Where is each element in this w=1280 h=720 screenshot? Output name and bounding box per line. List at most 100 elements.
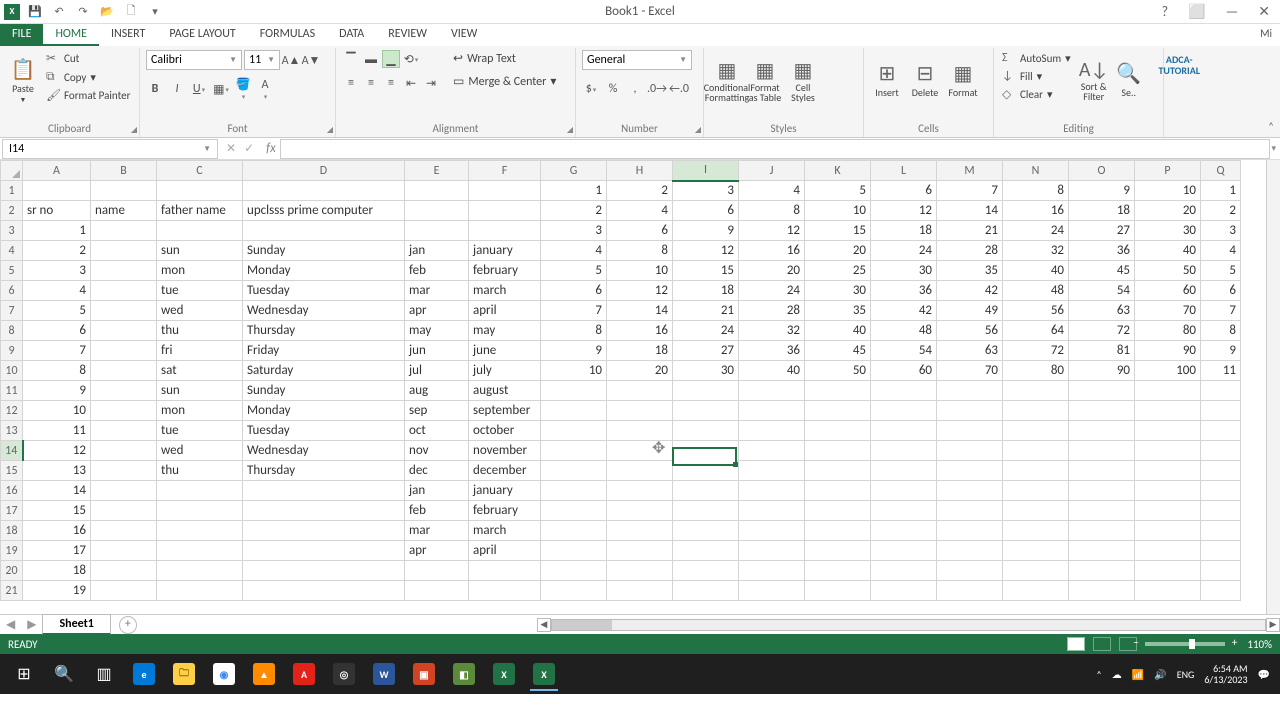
- cell[interactable]: nov: [405, 441, 469, 461]
- col-header-J[interactable]: J: [739, 161, 805, 181]
- word-button[interactable]: W: [364, 657, 404, 691]
- clear-button[interactable]: ◇Clear ▾: [1000, 86, 1073, 103]
- cell[interactable]: [1135, 481, 1201, 501]
- cell[interactable]: [739, 581, 805, 601]
- cell[interactable]: 90: [1069, 361, 1135, 381]
- cell[interactable]: october: [469, 421, 541, 441]
- cell[interactable]: sep: [405, 401, 469, 421]
- cell[interactable]: [937, 581, 1003, 601]
- cell[interactable]: [1201, 421, 1241, 441]
- cell[interactable]: [937, 461, 1003, 481]
- cell[interactable]: 70: [937, 361, 1003, 381]
- qat-open-icon[interactable]: 📂: [98, 3, 116, 21]
- tray-onedrive-icon[interactable]: ☁: [1112, 668, 1122, 681]
- cell[interactable]: [405, 181, 469, 201]
- cell[interactable]: 28: [937, 241, 1003, 261]
- cell[interactable]: [91, 381, 157, 401]
- cell[interactable]: [739, 401, 805, 421]
- cell[interactable]: [805, 521, 871, 541]
- col-header-C[interactable]: C: [157, 161, 243, 181]
- cell[interactable]: 3: [1201, 221, 1241, 241]
- insert-cells-button[interactable]: ⊞Insert: [870, 50, 904, 110]
- autosum-button[interactable]: ΣAutoSum ▾: [1000, 50, 1073, 66]
- cell[interactable]: [871, 561, 937, 581]
- cell[interactable]: 40: [739, 361, 805, 381]
- cell[interactable]: 9: [23, 381, 91, 401]
- cell[interactable]: [1003, 501, 1069, 521]
- cancel-formula-icon[interactable]: ✕: [226, 141, 236, 156]
- cell[interactable]: 35: [805, 301, 871, 321]
- cell[interactable]: [541, 441, 607, 461]
- cell[interactable]: 20: [805, 241, 871, 261]
- row-header-10[interactable]: 10: [1, 361, 23, 381]
- cell[interactable]: [1003, 481, 1069, 501]
- clipboard-launcher[interactable]: ◢: [131, 125, 137, 135]
- cell[interactable]: 7: [541, 301, 607, 321]
- number-launcher[interactable]: ◢: [695, 125, 701, 135]
- cell[interactable]: [739, 381, 805, 401]
- cell[interactable]: [91, 481, 157, 501]
- col-header-G[interactable]: G: [541, 161, 607, 181]
- cell[interactable]: [1003, 561, 1069, 581]
- underline-button[interactable]: U: [190, 80, 208, 98]
- cell[interactable]: 4: [541, 241, 607, 261]
- cell[interactable]: 56: [937, 321, 1003, 341]
- cell[interactable]: [469, 221, 541, 241]
- row-header-11[interactable]: 11: [1, 381, 23, 401]
- cell[interactable]: 18: [673, 281, 739, 301]
- comma-button[interactable]: ,: [626, 80, 644, 98]
- cell[interactable]: 42: [937, 281, 1003, 301]
- cell[interactable]: [91, 441, 157, 461]
- cell[interactable]: mon: [157, 261, 243, 281]
- cell[interactable]: 16: [1003, 201, 1069, 221]
- cell[interactable]: [1135, 501, 1201, 521]
- row-header-9[interactable]: 9: [1, 341, 23, 361]
- cell[interactable]: august: [469, 381, 541, 401]
- cell[interactable]: [805, 461, 871, 481]
- cell[interactable]: 14: [937, 201, 1003, 221]
- cell[interactable]: [805, 421, 871, 441]
- cell[interactable]: [607, 541, 673, 561]
- cell[interactable]: 24: [673, 321, 739, 341]
- cell[interactable]: dec: [405, 461, 469, 481]
- cell[interactable]: [1003, 421, 1069, 441]
- cell[interactable]: [157, 561, 243, 581]
- cell[interactable]: [1069, 421, 1135, 441]
- enter-formula-icon[interactable]: ✓: [244, 141, 254, 156]
- vertical-scrollbar[interactable]: [1266, 160, 1280, 614]
- cell[interactable]: [607, 521, 673, 541]
- cell[interactable]: april: [469, 301, 541, 321]
- cell[interactable]: 20: [739, 261, 805, 281]
- cell[interactable]: 10: [541, 361, 607, 381]
- row-header-13[interactable]: 13: [1, 421, 23, 441]
- cell[interactable]: january: [469, 241, 541, 261]
- cell[interactable]: [541, 561, 607, 581]
- tab-nav-next[interactable]: ▶: [21, 617, 42, 632]
- tab-home[interactable]: HOME: [43, 24, 99, 46]
- cell[interactable]: 9: [541, 341, 607, 361]
- cell[interactable]: 12: [739, 221, 805, 241]
- cell[interactable]: [739, 541, 805, 561]
- conditional-formatting-button[interactable]: ▦Conditional Formatting: [710, 50, 744, 110]
- cell[interactable]: 40: [1135, 241, 1201, 261]
- cell[interactable]: [871, 381, 937, 401]
- row-header-16[interactable]: 16: [1, 481, 23, 501]
- cell[interactable]: [91, 501, 157, 521]
- col-header-A[interactable]: A: [23, 161, 91, 181]
- view-page-layout-button[interactable]: [1093, 637, 1111, 651]
- cell[interactable]: [91, 321, 157, 341]
- camtasia-button[interactable]: ▣: [404, 657, 444, 691]
- cell[interactable]: [1201, 561, 1241, 581]
- cell[interactable]: 70: [1135, 301, 1201, 321]
- cell[interactable]: 15: [805, 221, 871, 241]
- cell[interactable]: [1135, 541, 1201, 561]
- hscroll-right[interactable]: ▶: [1266, 618, 1280, 632]
- cell[interactable]: [1069, 541, 1135, 561]
- cell[interactable]: [1135, 401, 1201, 421]
- grid[interactable]: ABCDEFGHIJKLMNOPQ11234567891012sr noname…: [0, 160, 1241, 601]
- cell[interactable]: [871, 481, 937, 501]
- cell[interactable]: [1201, 521, 1241, 541]
- cell-styles-button[interactable]: ▦Cell Styles: [786, 50, 820, 110]
- cell[interactable]: [1069, 401, 1135, 421]
- qat-new-icon[interactable]: 🗋: [122, 3, 140, 21]
